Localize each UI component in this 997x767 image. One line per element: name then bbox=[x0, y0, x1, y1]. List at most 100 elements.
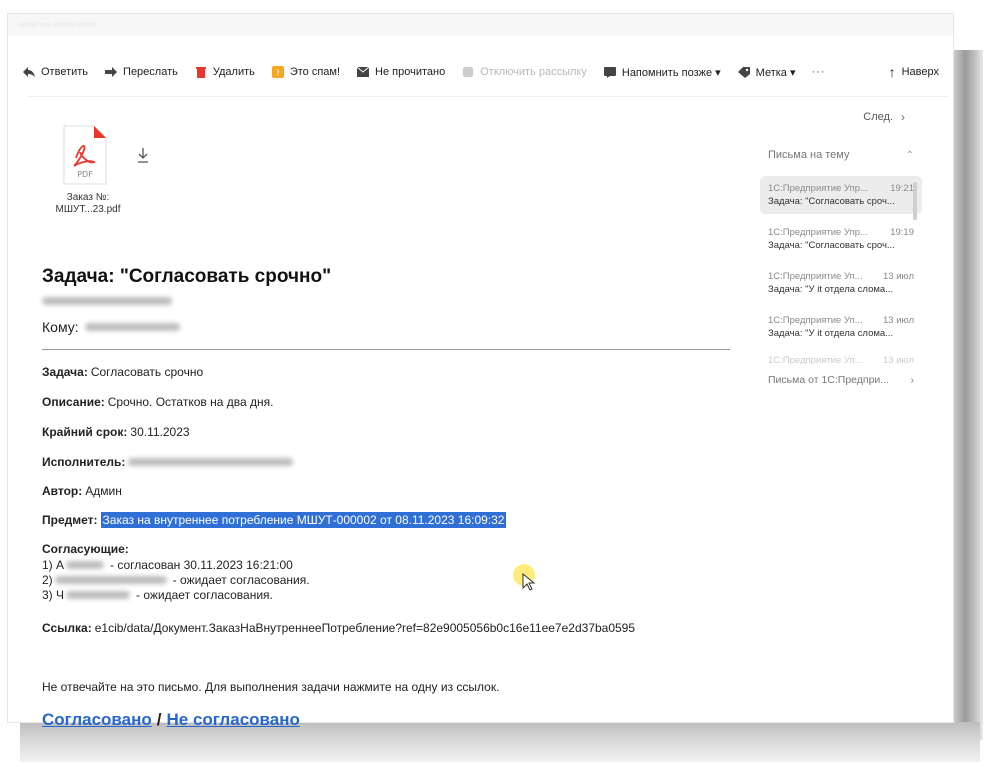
footer-note: Не отвечайте на это письмо. Для выполнен… bbox=[42, 680, 500, 694]
approver-row: 1) А - согласован 30.11.2023 16:21:00 bbox=[42, 557, 310, 572]
approvers-heading: Согласующие: bbox=[42, 542, 129, 556]
more-from-sender-link[interactable]: Письма от 1С:Предпри... › bbox=[760, 374, 922, 386]
author-field: Автор: Админ bbox=[42, 484, 122, 498]
approver-number: 1) А bbox=[42, 557, 65, 572]
chevron-right-icon: › bbox=[901, 110, 905, 124]
subject-field: Предмет: Заказ на внутреннее потребление… bbox=[42, 512, 507, 528]
unread-label: Не прочитано bbox=[375, 66, 446, 78]
redacted-text bbox=[42, 297, 172, 305]
recipient-line: Кому: bbox=[42, 319, 180, 335]
reply-button[interactable]: Ответить bbox=[22, 66, 88, 78]
executor-label: Исполнитель: bbox=[42, 455, 126, 469]
mouse-pointer-icon bbox=[522, 573, 536, 591]
description-value: Срочно. Остатков на два дня. bbox=[107, 395, 274, 409]
approver-number: 2) bbox=[42, 572, 53, 587]
unsubscribe-icon bbox=[463, 67, 474, 77]
executor-field: Исполнитель: bbox=[42, 455, 294, 469]
thread-from: 1С:Предприятие Упр... bbox=[768, 227, 868, 238]
message-toolbar: Ответить Переслать Удалить ! Это спам! Н… bbox=[8, 54, 953, 90]
spam-label: Это спам! bbox=[289, 66, 341, 78]
thread-item[interactable]: 1С:Предприятие Упр... 19:21 Задача: "Согл… bbox=[760, 176, 922, 214]
reply-label: Ответить bbox=[41, 66, 89, 78]
deadline-value: 30.11.2023 bbox=[130, 425, 190, 439]
scroll-top-button[interactable]: ↑ Наверх bbox=[888, 64, 939, 80]
thread-from: 1С:Предприятие Уп... bbox=[768, 315, 863, 326]
link-field: Ссылка: e1cib/data/Документ.ЗаказНаВнутр… bbox=[42, 621, 635, 635]
thread-item[interactable]: 1С:Предприятие Уп... 13 июл Задача: "У it… bbox=[760, 308, 922, 346]
email-title: Задача: "Согласовать срочно" bbox=[42, 266, 332, 287]
redacted-text bbox=[54, 575, 167, 584]
task-value: Согласовать срочно bbox=[90, 365, 204, 379]
approve-link[interactable]: Согласовано bbox=[42, 710, 152, 729]
tag-icon bbox=[737, 67, 750, 78]
approvers-block: Согласующие: 1) А - согласован 30.11.202… bbox=[42, 542, 310, 602]
subject-value-selected[interactable]: Заказ на внутреннее потребление МШУТ-000… bbox=[100, 512, 507, 528]
task-field: Задача: Согласовать срочно bbox=[42, 365, 203, 379]
chevron-up-icon: ⌃ bbox=[905, 149, 914, 161]
delete-button[interactable]: Удалить bbox=[194, 66, 255, 78]
redacted-text bbox=[128, 458, 294, 466]
thread-time: 13 июл bbox=[883, 271, 914, 282]
thread-panel-header[interactable]: Письма на тему ⌃ bbox=[760, 144, 922, 166]
deadline-label: Крайний срок: bbox=[42, 425, 128, 439]
pdf-file-icon: PDF bbox=[63, 125, 107, 185]
description-field: Описание: Срочно. Остатков на два дня. bbox=[42, 395, 273, 409]
thread-time: 19:19 bbox=[890, 227, 914, 238]
link-separator: / bbox=[156, 710, 162, 729]
envelope-icon bbox=[356, 66, 370, 77]
thread-time: 19:21 bbox=[890, 183, 914, 194]
subject-label: Предмет: bbox=[42, 513, 98, 527]
address-text-blurred: ······ ··· ······ ······ bbox=[18, 19, 97, 30]
to-label: Кому: bbox=[42, 319, 79, 335]
sender-line-blurred bbox=[42, 297, 172, 305]
label-button[interactable]: Метка ▾ bbox=[737, 66, 796, 79]
mail-window: ······ ··· ······ ······ Ответить Пересл… bbox=[8, 14, 953, 729]
forward-arrow-icon bbox=[105, 67, 118, 77]
thread-panel: Письма на тему ⌃ 1С:Предприятие Упр... 19… bbox=[760, 144, 922, 386]
thread-item[interactable]: 1С:Предприятие Уп... 13 июл Задача: "У it… bbox=[760, 264, 922, 302]
download-icon[interactable] bbox=[136, 146, 150, 164]
approver-row: 2) - ожидает согласования. bbox=[42, 572, 310, 587]
reply-icon bbox=[23, 67, 35, 77]
approver-status: - согласован 30.11.2023 16:21:00 bbox=[110, 557, 293, 572]
chevron-right-icon: › bbox=[910, 374, 915, 386]
more-from-label: Письма от 1С:Предпри... bbox=[768, 374, 890, 386]
more-actions-button[interactable]: ··· bbox=[812, 66, 826, 78]
delete-label: Удалить bbox=[212, 66, 255, 78]
thread-subject: Задача: "У it отдела слома... bbox=[768, 284, 894, 295]
thread-panel-scrollbar[interactable] bbox=[913, 182, 917, 220]
attachment-filename[interactable]: Заказ №: МШУТ...23.pdf bbox=[38, 192, 138, 216]
thread-time: 13 июл bbox=[883, 315, 914, 326]
mark-unread-button[interactable]: Не прочитано bbox=[356, 66, 445, 78]
description-label: Описание: bbox=[42, 395, 105, 409]
thread-item[interactable]: 1С:Предприятие Упр... 19:19 Задача: "Согл… bbox=[760, 220, 922, 258]
link-value[interactable]: e1cib/data/Документ.ЗаказНаВнутреннееПот… bbox=[95, 621, 635, 635]
spam-button[interactable]: ! Это спам! bbox=[271, 66, 340, 78]
remind-later-button[interactable]: Напомнить позже ▾ bbox=[603, 66, 721, 79]
approver-number: 3) Ч bbox=[42, 587, 65, 602]
task-label: Задача: bbox=[42, 365, 88, 379]
unsubscribe-button[interactable]: Отключить рассылку bbox=[461, 66, 587, 78]
top-label: Наверх bbox=[901, 66, 939, 78]
thread-subject: Задача: "Согласовать сроч... bbox=[768, 240, 895, 251]
forward-label: Переслать bbox=[123, 66, 178, 78]
decision-links: Согласовано / Не согласовано bbox=[42, 710, 300, 730]
next-label: След. bbox=[863, 111, 893, 123]
approver-status: - ожидает согласования. bbox=[172, 572, 310, 587]
spam-icon: ! bbox=[271, 66, 284, 78]
next-message-link[interactable]: След. › bbox=[863, 110, 905, 124]
thread-panel-title: Письма на тему bbox=[768, 149, 850, 161]
forward-button[interactable]: Переслать bbox=[104, 66, 178, 78]
thread-from: 1С:Предприятие Уп... bbox=[768, 355, 863, 364]
more-icon: ··· bbox=[811, 66, 826, 78]
reminder-icon bbox=[603, 67, 616, 78]
remind-label: Напомнить позже ▾ bbox=[621, 66, 721, 79]
approver-status: - ожидает согласования. bbox=[136, 587, 273, 602]
author-value: Админ bbox=[85, 484, 122, 498]
arrow-up-icon: ↑ bbox=[888, 64, 896, 80]
redacted-text bbox=[84, 323, 180, 331]
reject-link[interactable]: Не согласовано bbox=[166, 710, 299, 729]
thread-item[interactable]: 1С:Предприятие Уп... 13 июл bbox=[760, 352, 922, 364]
approver-row: 3) Ч - ожидает согласования. bbox=[42, 587, 310, 602]
label-label: Метка ▾ bbox=[755, 66, 796, 79]
